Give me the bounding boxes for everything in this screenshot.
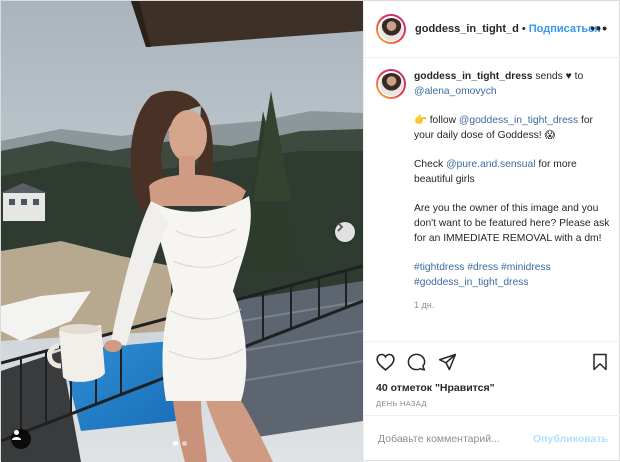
carousel-next-button[interactable] (335, 222, 355, 242)
post-card: goddess_in_tight_d • Подписаться ••• god… (0, 0, 620, 462)
like-button[interactable] (376, 353, 395, 371)
comment-icon (407, 353, 426, 371)
photo-illustration (1, 1, 363, 462)
face-emoji-icon: 😱 (544, 130, 556, 141)
post-actions: 40 отметок "Нравится" ДЕНЬ НАЗАД (364, 341, 620, 408)
carousel-dot-active (173, 441, 178, 446)
caption-follow-text: follow (426, 115, 459, 126)
caption-username[interactable]: goddess_in_tight_dress (414, 71, 532, 82)
carousel-indicator (173, 441, 187, 446)
pointing-finger-icon: 👉 (414, 115, 427, 126)
post-age: ДЕНЬ НАЗАД (376, 399, 427, 408)
hashtag-link[interactable]: #dress (467, 262, 498, 273)
share-button[interactable] (438, 353, 457, 371)
user-tag-button[interactable] (11, 429, 31, 449)
caption-sends: sends (532, 71, 566, 82)
post-caption: goddess_in_tight_dress sends ♥ to @alena… (376, 69, 611, 313)
caption-owner-note: Are you the owner of this image and you … (414, 203, 610, 244)
header-separator: • (521, 23, 526, 35)
comment-bar: Опубликовать (364, 415, 620, 461)
hashtag-link[interactable]: #tightdress (414, 262, 464, 273)
caption-check-text: Check (414, 159, 447, 170)
like-icon (376, 353, 395, 371)
publish-button[interactable]: Опубликовать (533, 433, 608, 445)
comment-button[interactable] (407, 353, 426, 371)
save-button[interactable] (592, 353, 608, 371)
caption-to: to (571, 71, 584, 82)
caption-check-line: Check @pure.and.sensual for more beautif… (414, 157, 611, 187)
caption-timestamp: 1 дн. (414, 300, 435, 310)
post-sidebar: goddess_in_tight_d • Подписаться ••• god… (363, 1, 620, 462)
hashtag-link[interactable]: #minidress (501, 262, 551, 273)
caption-avatar[interactable] (376, 69, 406, 99)
caption-follow-line: 👉 follow @goddess_in_tight_dress for you… (414, 113, 611, 143)
post-header: goddess_in_tight_d • Подписаться ••• (364, 1, 620, 58)
caption-hashtags: #tightdress #dress #minidress #goddess_i… (414, 260, 611, 290)
save-icon (593, 353, 607, 371)
share-icon (438, 353, 457, 371)
comment-input[interactable] (376, 431, 534, 446)
author-avatar[interactable] (376, 14, 406, 44)
check-mention-link[interactable]: @pure.and.sensual (446, 159, 535, 170)
likes-count[interactable]: 40 отметок "Нравится" (364, 374, 620, 394)
more-icon[interactable]: ••• (590, 21, 608, 35)
user-tag-icon (12, 430, 21, 440)
mention-link[interactable]: @alena_omovych (414, 86, 497, 97)
caption-intro: goddess_in_tight_dress sends ♥ to @alena… (414, 69, 611, 99)
carousel-dot (182, 441, 187, 446)
chevron-right-icon (337, 222, 344, 232)
post-photo[interactable] (1, 1, 363, 462)
hashtag-link[interactable]: #goddess_in_tight_dress (414, 277, 529, 288)
follow-mention-link[interactable]: @goddess_in_tight_dress (459, 115, 578, 126)
author-username[interactable]: goddess_in_tight_d (415, 23, 519, 35)
